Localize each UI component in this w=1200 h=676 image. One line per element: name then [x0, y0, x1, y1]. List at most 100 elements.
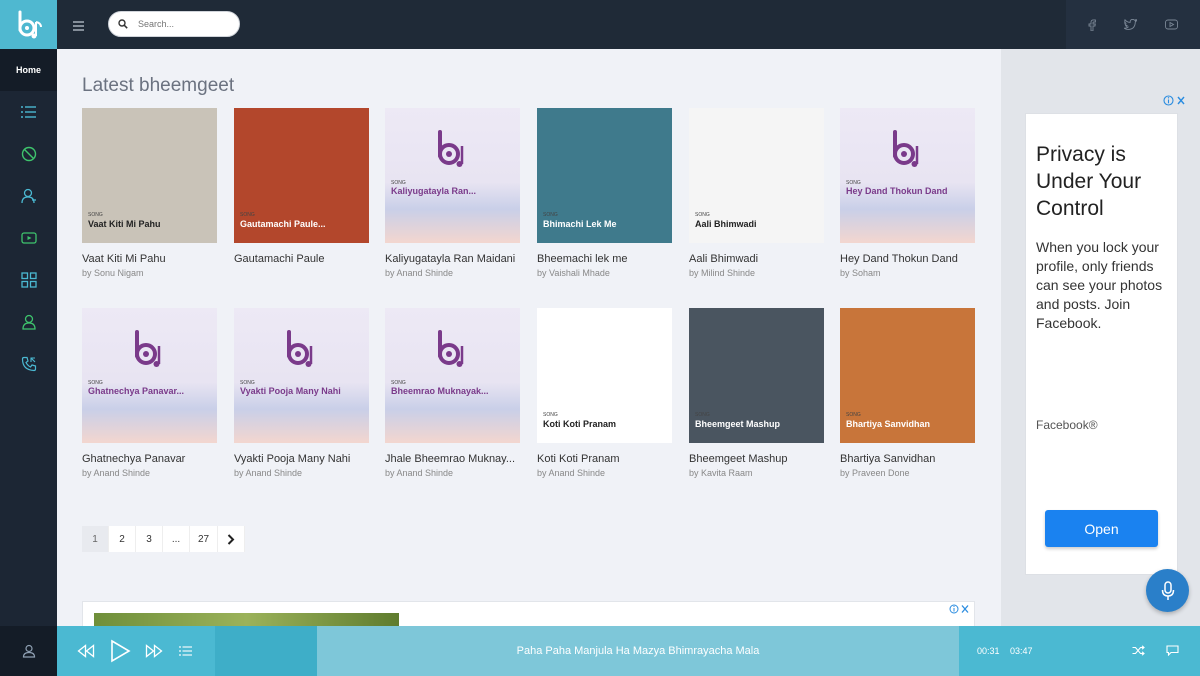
song-cover[interactable]: SONG Bheemrao Muknayak... [385, 308, 520, 443]
song-title[interactable]: Bheemgeet Mashup [689, 453, 824, 465]
song-cover[interactable]: SONG Kaliyugatayla Ran... [385, 108, 520, 243]
song-card[interactable]: SONG Ghatnechya Panavar... Ghatnechya Pana… [82, 308, 217, 478]
sidebar-item-videos[interactable] [0, 217, 57, 259]
current-time: 00:31 [977, 646, 1000, 656]
grid-icon [20, 272, 37, 288]
bheemgeet-logo-icon [18, 10, 42, 38]
song-cover[interactable]: SONG Ghatnechya Panavar... [82, 308, 217, 443]
page-button[interactable]: 27 [190, 526, 219, 552]
song-cover[interactable]: SONG Gautamachi Paule... [234, 108, 369, 243]
song-title[interactable]: Bheemachi lek me [537, 253, 672, 265]
sidebar-item-home[interactable]: Home [0, 49, 57, 91]
ad-info-close-icon[interactable] [1163, 95, 1187, 106]
song-cover[interactable]: SONG Vaat Kiti Mi Pahu [82, 108, 217, 243]
song-card[interactable]: SONG Aali Bhimwadi Aali Bhimwadi by Milind … [689, 108, 824, 278]
song-card[interactable]: SONG Gautamachi Paule... Gautamachi Paule [234, 108, 369, 268]
song-title[interactable]: Bhartiya Sanvidhan [840, 453, 975, 465]
song-card[interactable]: SONG Bhartiya Sanvidhan Bhartiya Sanvidhan… [840, 308, 975, 478]
song-cover[interactable]: SONG Bheemgeet Mashup [689, 308, 824, 443]
song-title[interactable]: Aali Bhimwadi [689, 253, 824, 265]
song-cover[interactable]: SONG Bhimachi Lek Me [537, 108, 672, 243]
sidebar-item-profile[interactable] [0, 301, 57, 343]
song-artist[interactable]: by Sonu Nigam [82, 268, 217, 278]
song-title[interactable]: Gautamachi Paule [234, 253, 369, 265]
list-icon [20, 106, 36, 118]
sidebar-item-categories[interactable] [0, 259, 57, 301]
song-title[interactable]: Kaliyugatayla Ran Maidani [385, 253, 520, 265]
twitter-icon[interactable] [1124, 19, 1137, 30]
song-title[interactable]: Koti Koti Pranam [537, 453, 672, 465]
song-card[interactable]: SONG Bheemrao Muknayak... Jhale Bheemrao M… [385, 308, 520, 478]
song-title[interactable]: Jhale Bheemrao Muknay... [385, 453, 520, 465]
sidebar-account[interactable] [0, 626, 57, 676]
ad-info-close-icon[interactable] [949, 604, 971, 614]
song-artist[interactable]: by Anand Shinde [385, 268, 520, 278]
ad-body: When you lock your profile, only friends… [1036, 239, 1163, 331]
bottom-ad-banner[interactable] [82, 601, 975, 626]
song-artist[interactable]: by Anand Shinde [234, 468, 369, 478]
bheemgeet-logo-icon [438, 330, 464, 367]
song-card[interactable]: SONG Vaat Kiti Mi Pahu Vaat Kiti Mi Pahu by… [82, 108, 217, 278]
track-progress[interactable]: Paha Paha Manjula Ha Mazya Bhimrayacha M… [317, 626, 959, 676]
song-cover[interactable]: SONG Aali Bhimwadi [689, 108, 824, 243]
page-button[interactable]: 2 [109, 526, 136, 552]
youtube-icon[interactable] [1165, 19, 1178, 30]
song-card[interactable]: SONG Hey Dand Thokun Dand Hey Dand Thokun … [840, 108, 975, 278]
cover-tag: SONG [846, 412, 861, 418]
page-ellipsis: ... [163, 526, 190, 552]
bheemgeet-logo-icon [438, 130, 464, 167]
song-artist[interactable]: by Anand Shinde [385, 468, 520, 478]
sidebar-item-list[interactable] [0, 91, 57, 133]
ad-brand: Facebook® [1036, 418, 1098, 432]
song-cover[interactable]: SONG Koti Koti Pranam [537, 308, 672, 443]
sidebar-item-blocked[interactable] [0, 133, 57, 175]
song-artist[interactable]: by Anand Shinde [82, 468, 217, 478]
top-bar [57, 0, 1200, 49]
search-input[interactable] [138, 19, 228, 29]
block-icon [21, 146, 36, 162]
song-cover[interactable]: SONG Bhartiya Sanvidhan [840, 308, 975, 443]
song-title[interactable]: Ghatnechya Panavar [82, 453, 217, 465]
song-card[interactable]: SONG Bhimachi Lek Me Bheemachi lek me by Va… [537, 108, 672, 278]
microphone-icon [1161, 580, 1174, 600]
song-artist[interactable]: by Praveen Done [840, 468, 975, 478]
song-card[interactable]: SONG Vyakti Pooja Many Nahi Vyakti Pooja M… [234, 308, 369, 478]
song-title[interactable]: Vaat Kiti Mi Pahu [82, 253, 217, 265]
play-icon[interactable] [109, 639, 131, 663]
page-button[interactable]: 1 [82, 526, 109, 552]
song-card[interactable]: SONG Kaliyugatayla Ran... Kaliyugatayla Ra… [385, 108, 520, 278]
voice-search-button[interactable] [1146, 569, 1189, 612]
rewind-icon[interactable] [77, 644, 95, 658]
song-artist[interactable]: by Anand Shinde [537, 468, 672, 478]
app-logo[interactable] [0, 0, 57, 49]
page-button[interactable]: 3 [136, 526, 163, 552]
song-artist[interactable]: by Milind Shinde [689, 268, 824, 278]
cover-title: Koti Koti Pranam [543, 419, 617, 429]
fast-forward-icon[interactable] [145, 644, 163, 658]
song-title[interactable]: Hey Dand Thokun Dand [840, 253, 975, 265]
sidebar-item-artists[interactable] [0, 175, 57, 217]
song-artist[interactable]: by Vaishali Mhade [537, 268, 672, 278]
search-box[interactable] [108, 11, 240, 37]
sidebar-item-contact[interactable] [0, 343, 57, 385]
menu-toggle[interactable] [73, 18, 84, 36]
song-card[interactable]: SONG Bheemgeet Mashup Bheemgeet Mashup by K… [689, 308, 824, 478]
lyrics-icon[interactable] [1166, 645, 1179, 656]
song-title[interactable]: Vyakti Pooja Many Nahi [234, 453, 369, 465]
next-page-button[interactable] [218, 526, 246, 552]
ad-card[interactable]: Privacy is Under Your Control When you l… [1025, 113, 1178, 575]
cover-title: Bhimachi Lek Me [543, 219, 617, 229]
song-artist[interactable]: by Kavita Raam [689, 468, 824, 478]
playlist-icon[interactable] [179, 646, 192, 656]
music-player: Paha Paha Manjula Ha Mazya Bhimrayacha M… [57, 626, 1200, 676]
song-card[interactable]: SONG Koti Koti Pranam Koti Koti Pranam by A… [537, 308, 672, 478]
cover-tag: SONG [543, 412, 558, 418]
shuffle-icon[interactable] [1132, 645, 1145, 656]
song-cover[interactable]: SONG Hey Dand Thokun Dand [840, 108, 975, 243]
ad-open-button[interactable]: Open [1045, 510, 1158, 547]
user-icon [21, 314, 36, 330]
song-artist[interactable]: by Soham [840, 268, 975, 278]
facebook-icon[interactable] [1088, 18, 1096, 31]
cover-title: Hey Dand Thokun Dand [846, 186, 948, 196]
song-cover[interactable]: SONG Vyakti Pooja Many Nahi [234, 308, 369, 443]
